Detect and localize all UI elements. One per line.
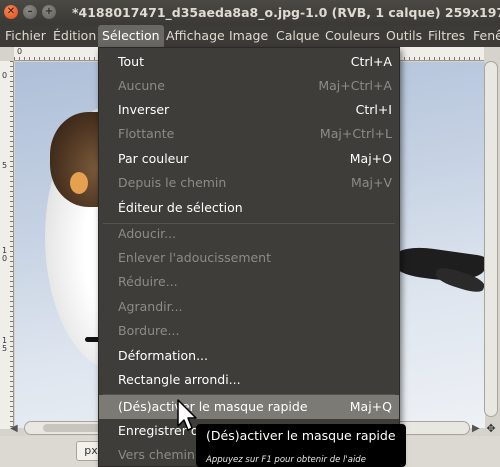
window-title: *4188017471_d35aeda8a8_o.jpg-1.0 (RVB, 1…	[72, 5, 500, 20]
ruler-label: 5	[2, 161, 8, 170]
vertical-ruler[interactable]: 0 5 1 0 1 5	[0, 61, 14, 429]
bird-beak	[70, 172, 88, 194]
mouse-pointer-icon	[177, 399, 197, 431]
menu-item-shortcut: Maj+O	[349, 151, 392, 166]
menu-item-par-couleur[interactable]: Par couleur Maj+O	[99, 147, 399, 171]
menu-item-reduire[interactable]: Réduire...	[99, 270, 399, 294]
close-window-button[interactable]: ✕	[4, 5, 18, 19]
menu-item-deformation[interactable]: Déformation...	[99, 344, 399, 368]
menu-selection[interactable]: Sélection	[98, 25, 164, 47]
menu-item-inverser[interactable]: Inverser Ctrl+I	[99, 98, 399, 122]
menu-item-label: Réduire...	[118, 274, 178, 289]
menu-item-label: Déformation...	[118, 348, 208, 363]
minimize-icon: –	[27, 6, 33, 17]
menu-item-shortcut: Maj+V	[351, 175, 392, 190]
menu-item-label: Par couleur	[118, 151, 189, 166]
navigate-icon[interactable]: ✥	[484, 422, 498, 436]
menu-item-label: Adoucir...	[118, 226, 177, 241]
ruler-label: 0	[2, 254, 8, 263]
menu-item-bordure[interactable]: Bordure...	[99, 319, 399, 343]
menu-item-label: Enlever l'adoucissement	[118, 250, 272, 265]
menu-item-label: Bordure...	[118, 323, 180, 338]
tooltip-help-text: Appuyez sur F1 pour obtenir de l'aide	[206, 455, 366, 465]
menu-item-flottante[interactable]: Flottante Maj+Ctrl+L	[99, 122, 399, 146]
menu-item-label: Inverser	[118, 102, 170, 117]
menu-item-aucune[interactable]: Aucune Maj+Ctrl+A	[99, 74, 399, 98]
menu-item-masque-rapide[interactable]: (Dés)activer le masque rapide Maj+Q	[99, 395, 399, 419]
tooltip: (Dés)activer le masque rapide Appuyez su…	[196, 424, 406, 467]
menu-item-editeur-selection[interactable]: Éditeur de sélection	[99, 196, 399, 220]
menu-item-label: Aucune	[118, 78, 165, 93]
menu-bar: Fichier Édition Sélection Affichage Imag…	[0, 25, 500, 47]
menu-item-shortcut: Maj+Ctrl+L	[319, 126, 392, 141]
menu-item-tout[interactable]: Tout Ctrl+A	[99, 50, 399, 74]
menu-item-rectangle-arrondi[interactable]: Rectangle arrondi...	[99, 368, 399, 392]
menu-item-enlever-adoucissement[interactable]: Enlever l'adoucissement	[99, 246, 399, 270]
menu-item-label: Agrandir...	[118, 299, 183, 314]
title-bar: ✕ – + *4188017471_d35aeda8a8_o.jpg-1.0 (…	[0, 0, 500, 25]
tooltip-title: (Dés)activer le masque rapide	[206, 428, 396, 443]
menu-item-label: Depuis le chemin	[118, 175, 227, 190]
ruler-label: 5	[2, 344, 8, 353]
close-icon: ✕	[6, 6, 16, 17]
menu-item-label: Rectangle arrondi...	[118, 372, 241, 387]
selection-menu: Tout Ctrl+A Aucune Maj+Ctrl+A Inverser C…	[98, 47, 400, 467]
menu-fenetres[interactable]: Fenê	[473, 25, 500, 47]
ruler-label: 0	[2, 71, 8, 80]
menu-calque[interactable]: Calque	[276, 25, 319, 47]
menu-item-shortcut: Ctrl+A	[350, 54, 392, 69]
menu-outils[interactable]: Outils	[386, 25, 422, 47]
menu-couleurs[interactable]: Couleurs	[325, 25, 380, 47]
maximize-window-button[interactable]: +	[42, 5, 56, 19]
menu-item-shortcut: Maj+Ctrl+A	[318, 78, 392, 93]
menu-item-label: Éditeur de sélection	[118, 200, 243, 215]
menu-item-label: Vers chemin	[118, 447, 195, 462]
menu-item-label: Flottante	[118, 126, 175, 141]
maximize-icon: +	[44, 6, 54, 17]
menu-edition[interactable]: Édition	[53, 25, 96, 47]
menu-item-depuis-chemin[interactable]: Depuis le chemin Maj+V	[99, 171, 399, 195]
menu-fichier[interactable]: Fichier	[5, 25, 46, 47]
menu-item-label: Tout	[118, 54, 144, 69]
ruler-label: 0	[17, 47, 23, 56]
menu-item-label: (Dés)activer le masque rapide	[118, 399, 308, 414]
scroll-right-icon[interactable]: ▶	[472, 423, 480, 434]
menu-item-shortcut: Maj+Q	[349, 399, 392, 414]
menu-filtres[interactable]: Filtres	[428, 25, 465, 47]
menu-item-shortcut: Ctrl+I	[355, 102, 392, 117]
menu-item-agrandir[interactable]: Agrandir...	[99, 295, 399, 319]
horizontal-scrollbar-thumb[interactable]	[43, 424, 105, 432]
vertical-scrollbar[interactable]	[484, 61, 498, 417]
scroll-left-icon[interactable]: ◀	[10, 423, 18, 434]
menu-affichage[interactable]: Affichage	[166, 25, 225, 47]
menu-item-adoucir[interactable]: Adoucir...	[99, 222, 399, 246]
menu-image[interactable]: Image	[229, 25, 268, 47]
minimize-window-button[interactable]: –	[23, 5, 37, 19]
